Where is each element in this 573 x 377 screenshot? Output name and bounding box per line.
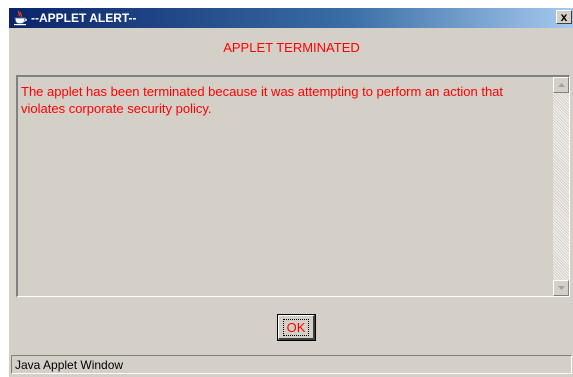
scroll-down-button[interactable] [553,280,569,296]
arrow-down-icon [558,286,565,290]
message-text-area[interactable]: The applet has been terminated because i… [16,75,570,297]
close-icon: x [560,10,568,24]
vertical-scrollbar[interactable] [553,77,569,296]
java-cup-icon [13,10,27,26]
alert-message: The applet has been terminated because i… [21,84,504,116]
alert-heading: APPLET TERMINATED [223,40,360,55]
applet-alert-dialog: --APPLET ALERT-- x APPLET TERMINATED The… [8,8,573,377]
close-button[interactable]: x [556,10,572,24]
arrow-up-icon [558,83,565,87]
status-text: Java Applet Window [15,358,124,372]
window-title: --APPLET ALERT-- [31,11,137,25]
title-bar[interactable]: --APPLET ALERT-- x [9,8,573,28]
scroll-up-button[interactable] [553,77,569,93]
ok-button-label: OK [282,318,310,336]
ok-button[interactable]: OK [277,314,316,341]
status-bar: Java Applet Window [11,355,572,374]
